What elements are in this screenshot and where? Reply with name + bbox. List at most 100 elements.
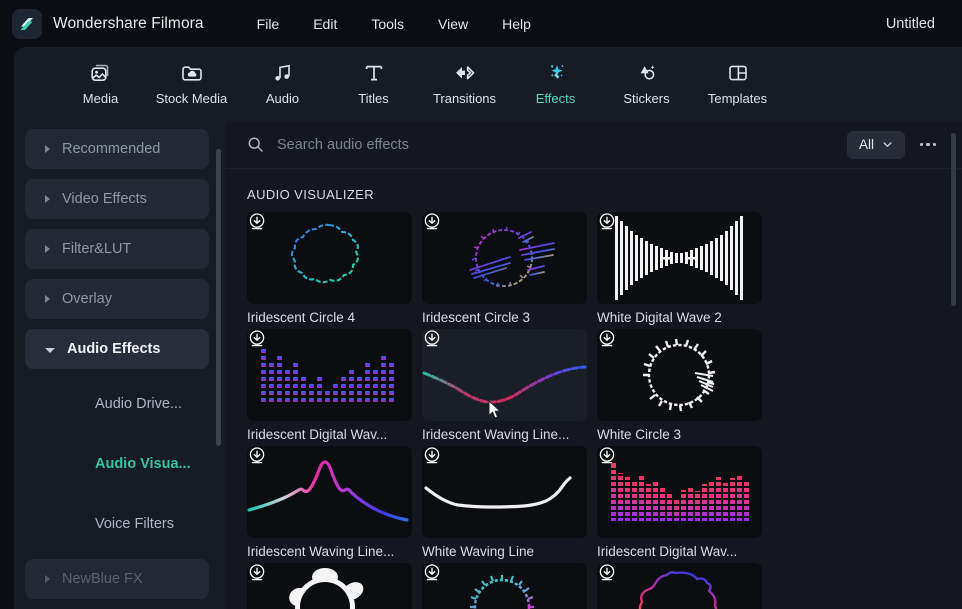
effect-thumbnail[interactable] bbox=[597, 446, 762, 538]
menu-item-view[interactable]: View bbox=[421, 12, 485, 36]
content-scrollbar[interactable] bbox=[951, 133, 956, 306]
more-options-button[interactable] bbox=[915, 132, 941, 158]
download-icon[interactable] bbox=[422, 563, 442, 583]
search-input[interactable] bbox=[277, 136, 847, 153]
sticker-shapes-icon bbox=[634, 58, 660, 88]
effect-thumbnail[interactable] bbox=[422, 563, 587, 609]
effect-card[interactable]: White Circle 3 bbox=[597, 329, 762, 442]
tab-label: Stickers bbox=[623, 91, 670, 106]
tab-stickers[interactable]: Stickers bbox=[601, 47, 692, 121]
effect-thumbnail[interactable] bbox=[422, 329, 587, 421]
menu-item-edit[interactable]: Edit bbox=[296, 12, 354, 36]
effect-thumbnail[interactable] bbox=[597, 563, 762, 609]
tab-stock-media[interactable]: Stock Media bbox=[146, 47, 237, 121]
sidebar-item-label: Voice Filters bbox=[95, 516, 174, 532]
iridescent-circle-3-art bbox=[469, 226, 555, 288]
effect-card[interactable]: Iridescent Digital Wav... bbox=[247, 329, 412, 442]
chevron-right-icon bbox=[45, 295, 50, 303]
chevron-right-icon bbox=[45, 575, 50, 583]
effect-thumbnail[interactable] bbox=[247, 563, 412, 609]
iridescent-waving-line-valley-art bbox=[422, 365, 587, 404]
effect-thumbnail[interactable] bbox=[247, 212, 412, 304]
tab-audio[interactable]: Audio bbox=[237, 47, 328, 121]
filter-dropdown[interactable]: All bbox=[847, 130, 905, 159]
effects-grid: Iridescent Circle 4 Iridescent Circle 3 … bbox=[247, 212, 935, 609]
effect-card[interactable]: White Circle 2 bbox=[247, 563, 412, 609]
filter-label: All bbox=[858, 137, 874, 152]
tab-label: Transitions bbox=[432, 91, 497, 106]
tab-label: Media bbox=[82, 91, 119, 106]
download-icon[interactable] bbox=[597, 329, 617, 349]
main-panel: Media Stock Media Audio Titles Transitio… bbox=[14, 47, 962, 609]
chevron-down-icon bbox=[45, 347, 55, 353]
tab-transitions[interactable]: Transitions bbox=[419, 47, 510, 121]
download-icon[interactable] bbox=[247, 212, 267, 232]
menu-item-tools[interactable]: Tools bbox=[354, 12, 421, 36]
folder-cloud-icon bbox=[180, 58, 204, 88]
menu-item-file[interactable]: File bbox=[240, 12, 297, 36]
effect-name: Iridescent Circle 4 bbox=[247, 310, 356, 325]
transition-arrows-icon bbox=[452, 58, 478, 88]
sidebar-item-label: Recommended bbox=[62, 141, 161, 157]
effect-card[interactable]: Iridescent Waving Line... bbox=[422, 329, 587, 442]
tab-label: Stock Media bbox=[155, 91, 228, 106]
tab-media[interactable]: Media bbox=[55, 47, 146, 121]
menu-item-help[interactable]: Help bbox=[485, 12, 548, 36]
effect-card[interactable]: White Digital Wave 2 bbox=[597, 212, 762, 325]
sidebar-item-audio-visualizer[interactable]: Audio Visua... bbox=[25, 439, 209, 489]
effect-name: White Circle 3 bbox=[597, 427, 682, 442]
magic-wand-star-icon bbox=[543, 58, 569, 88]
iridescent-circle-4-art bbox=[290, 223, 359, 284]
tab-label: Audio bbox=[265, 91, 300, 106]
layout-grid-icon bbox=[726, 58, 750, 88]
chevron-right-icon bbox=[45, 145, 50, 153]
music-note-icon bbox=[271, 58, 295, 88]
sidebar-item-newblue-fx[interactable]: NewBlue FX bbox=[25, 559, 209, 599]
effect-card[interactable]: White Waving Line bbox=[422, 446, 587, 559]
search-icon bbox=[247, 136, 264, 153]
sidebar-item-audio-driver[interactable]: Audio Drive... bbox=[25, 379, 209, 429]
tab-titles[interactable]: Titles bbox=[328, 47, 419, 121]
download-icon[interactable] bbox=[247, 329, 267, 349]
effect-name: Iridescent Circle 3 bbox=[422, 310, 531, 325]
effect-name: Iridescent Digital Wav... bbox=[597, 544, 738, 559]
sidebar-item-label: Filter&LUT bbox=[62, 241, 132, 257]
effect-thumbnail[interactable] bbox=[247, 446, 412, 538]
download-icon[interactable] bbox=[247, 446, 267, 466]
sidebar-item-video-effects[interactable]: Video Effects bbox=[25, 179, 209, 219]
more-horizontal-icon bbox=[926, 142, 930, 147]
effect-thumbnail[interactable] bbox=[597, 329, 762, 421]
sidebar-scroll-area: Recommended Video Effects Filter&LUT Ove… bbox=[14, 121, 225, 609]
sidebar-item-recommended[interactable]: Recommended bbox=[25, 129, 209, 169]
effect-card[interactable]: Iridescent Circle 4 bbox=[247, 212, 412, 325]
sidebar-item-voice-filters[interactable]: Voice Filters bbox=[25, 499, 209, 549]
effects-content-area: All AUDIO VISUALIZER bbox=[225, 121, 962, 609]
tab-effects[interactable]: Effects bbox=[510, 47, 601, 121]
sidebar-item-overlay[interactable]: Overlay bbox=[25, 279, 209, 319]
download-icon[interactable] bbox=[597, 212, 617, 232]
effect-thumbnail[interactable] bbox=[422, 446, 587, 538]
effect-name: White Digital Wave 2 bbox=[597, 310, 722, 325]
effect-thumbnail[interactable] bbox=[422, 212, 587, 304]
effect-card[interactable]: Iridescent Circle 3 bbox=[422, 212, 587, 325]
more-horizontal-icon bbox=[932, 142, 937, 147]
sidebar-item-label: Video Effects bbox=[62, 191, 147, 207]
effects-grid-scroll: AUDIO VISUALIZER Iridescent Circle 4 Iri… bbox=[225, 169, 962, 609]
effect-card[interactable]: Iridescent Waving Line... bbox=[247, 446, 412, 559]
sidebar-scrollbar[interactable] bbox=[216, 149, 221, 446]
effect-card[interactable]: Iridescent Circle 5 bbox=[597, 563, 762, 609]
download-icon[interactable] bbox=[597, 563, 617, 583]
effect-thumbnail[interactable] bbox=[247, 329, 412, 421]
effect-card[interactable]: Iridescent Circle 2 bbox=[422, 563, 587, 609]
sidebar-item-audio-effects[interactable]: Audio Effects bbox=[25, 329, 209, 369]
download-icon[interactable] bbox=[247, 563, 267, 583]
app-title: Wondershare Filmora bbox=[53, 14, 204, 32]
download-icon[interactable] bbox=[597, 446, 617, 466]
sidebar-item-filter-lut[interactable]: Filter&LUT bbox=[25, 229, 209, 269]
download-icon[interactable] bbox=[422, 329, 442, 349]
effect-thumbnail[interactable] bbox=[597, 212, 762, 304]
download-icon[interactable] bbox=[422, 446, 442, 466]
effect-card[interactable]: Iridescent Digital Wav... bbox=[597, 446, 762, 559]
tab-templates[interactable]: Templates bbox=[692, 47, 783, 121]
download-icon[interactable] bbox=[422, 212, 442, 232]
